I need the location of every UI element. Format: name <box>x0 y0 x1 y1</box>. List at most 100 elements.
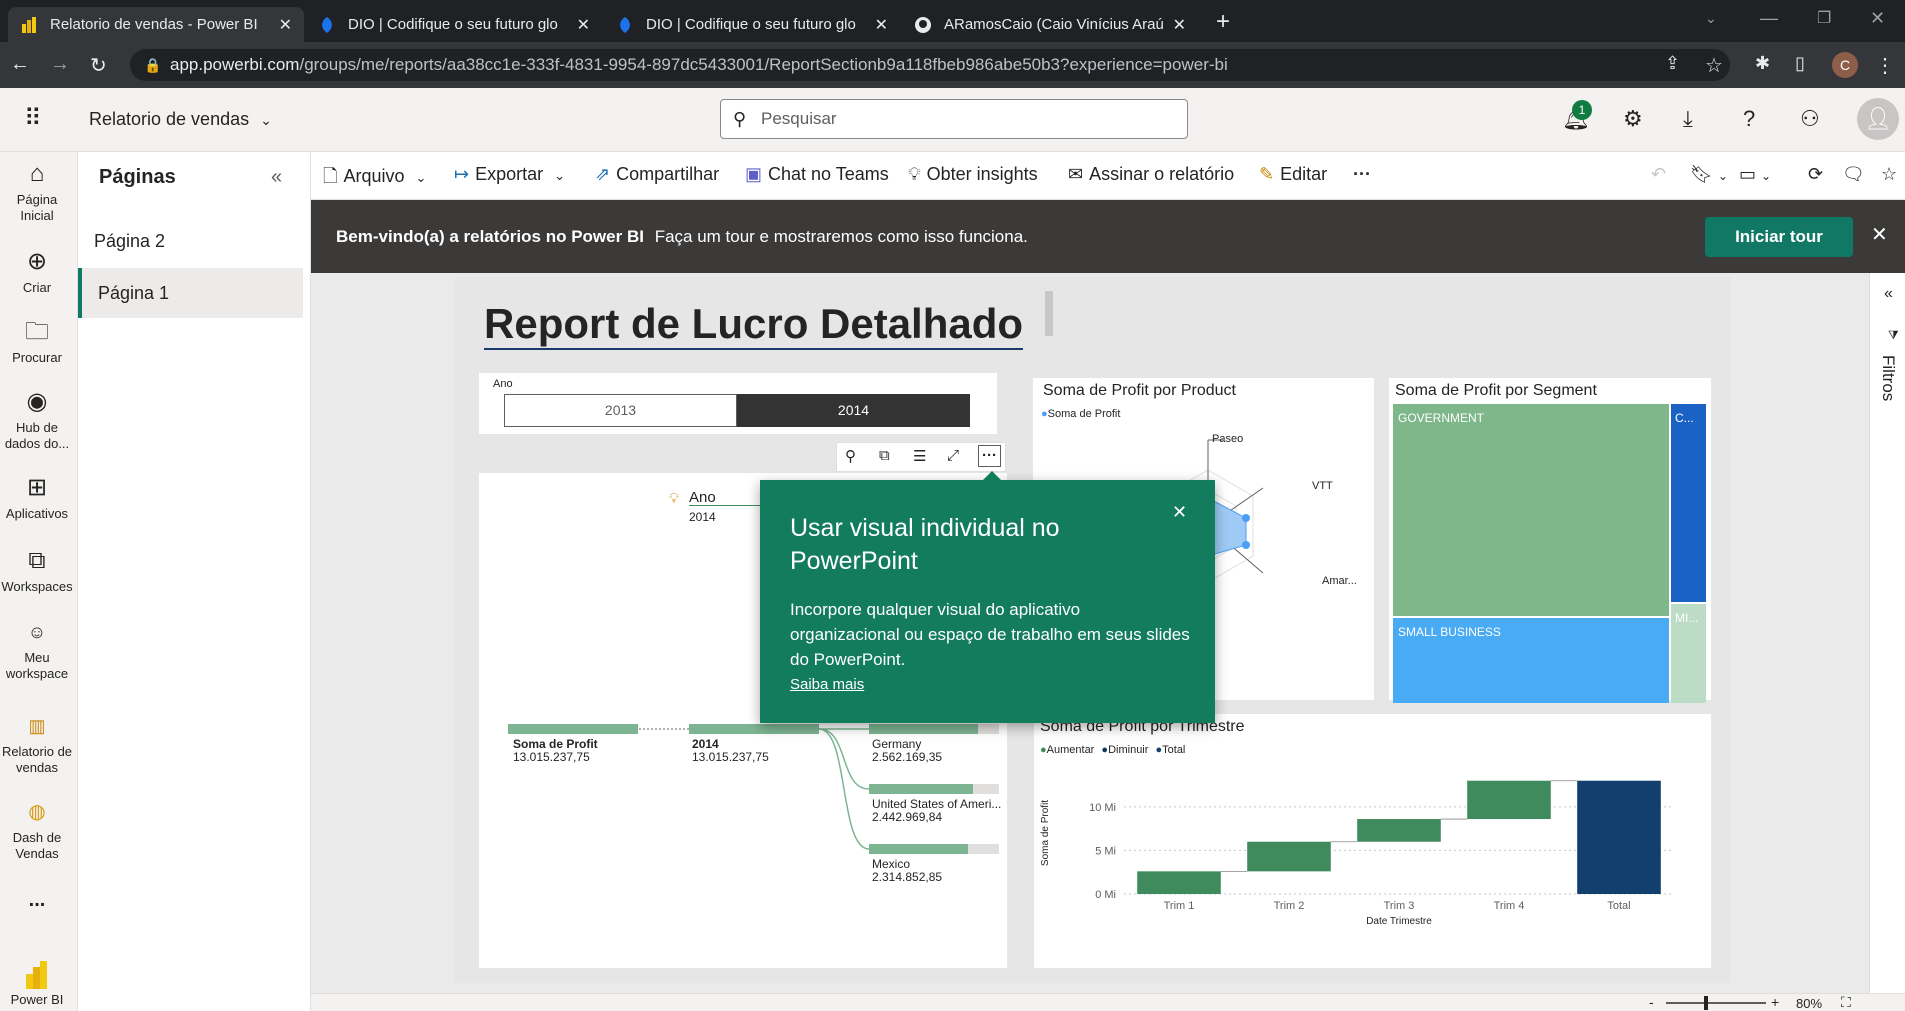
nav-my-workspace[interactable]: ☺ Meu workspace <box>0 618 74 682</box>
zoom-out-icon[interactable]: - <box>1649 994 1654 1010</box>
radar-label-paseo: Paseo <box>1212 433 1244 445</box>
browser-tab-dio-1[interactable]: DIO | Codifique o seu futuro glo ✕ <box>306 7 602 42</box>
expand-filters-icon[interactable]: « <box>1884 285 1893 303</box>
waterfall-chart[interactable]: Soma de Profit por Trimestre ●Aumentar ●… <box>1034 714 1711 968</box>
root-bar[interactable] <box>508 724 638 734</box>
more-icon: ... <box>28 889 46 911</box>
browser-menu-icon[interactable]: ⋮ <box>1875 53 1895 78</box>
nav-workspaces[interactable]: ⧉ Workspaces <box>0 547 74 595</box>
search-input[interactable]: ⚲ Pesquisar <box>720 99 1188 139</box>
saiba-mais-link[interactable]: Saiba mais <box>790 676 864 693</box>
nav-report-vendas[interactable]: ▥ Relatorio de vendas <box>0 712 74 776</box>
tab-close-icon[interactable]: ✕ <box>875 15 888 35</box>
profile-avatar[interactable]: C <box>1832 52 1858 78</box>
nav-apps[interactable]: ⊞ Aplicativos <box>0 474 74 522</box>
sidebar-icon[interactable]: ▯ <box>1795 53 1805 74</box>
nav-more[interactable]: ... <box>0 889 74 911</box>
compartilhar-button[interactable]: ⇗ Compartilhar <box>595 164 719 185</box>
nav-browse[interactable]: 🗀︎ Procurar <box>0 318 74 366</box>
share-icon: ⇗ <box>595 164 611 184</box>
nav-create[interactable]: ⊕ Criar <box>0 248 74 296</box>
app-launcher-icon[interactable]: ⠿ <box>24 104 44 133</box>
exportar-menu[interactable]: ↦ Exportar ⌄ <box>454 164 565 185</box>
collapse-pages-icon[interactable]: « <box>271 166 282 189</box>
nav-datahub[interactable]: ◉ Hub de dados do... <box>0 388 74 452</box>
zoom-handle[interactable] <box>1704 996 1708 1010</box>
treemap-cell-government[interactable]: GOVERNMENT <box>1393 404 1669 616</box>
nav-dash-vendas[interactable]: ◍ Dash de Vendas <box>0 798 74 862</box>
treemap-cell-small-business[interactable]: SMALL BUSINESS <box>1393 618 1669 703</box>
nav-powerbi[interactable]: Power BI <box>0 960 74 1008</box>
banner-close-icon[interactable]: ✕ <box>1871 222 1888 247</box>
welcome-banner: Bem-vindo(a) a relatórios no Power BI Fa… <box>311 200 1905 273</box>
report-name[interactable]: Relatorio de vendas ⌄ <box>89 109 272 130</box>
refresh-icon[interactable]: ⟳ <box>1808 164 1823 185</box>
browser-tab-powerbi[interactable]: Relatorio de vendas - Power BI ✕ <box>8 7 304 42</box>
insights-button[interactable]: 💡︎ Obter insights <box>908 164 1038 185</box>
treemap-chart[interactable]: Soma de Profit por Segment GOVERNMENT SM… <box>1389 378 1711 703</box>
tab-close-icon[interactable]: ✕ <box>1173 15 1186 35</box>
restore-icon[interactable]: ❐ <box>1817 8 1831 28</box>
settings-icon[interactable]: ⚙ <box>1623 106 1643 132</box>
slicer-option-2013[interactable]: 2013 <box>504 394 737 427</box>
child-bar-mexico[interactable] <box>869 844 968 854</box>
waterfall-bar[interactable] <box>1357 819 1441 842</box>
child-bar-germany[interactable] <box>869 724 979 734</box>
waterfall-bar[interactable] <box>1137 871 1221 894</box>
editar-button[interactable]: ✎ Editar <box>1259 164 1327 185</box>
tab-search-icon[interactable]: ⌄ <box>1705 10 1717 27</box>
comment-icon[interactable]: 🗨︎ <box>1842 164 1865 185</box>
bookmark-star-icon[interactable]: ☆ <box>1705 53 1723 78</box>
forward-icon[interactable]: → <box>50 53 70 76</box>
minimize-icon[interactable]: — <box>1760 8 1778 29</box>
feedback-icon[interactable]: ⚇ <box>1800 106 1820 132</box>
arquivo-menu[interactable]: 🗋 Arquivo ⌄ <box>323 164 426 194</box>
reload-icon[interactable]: ↻ <box>90 53 107 78</box>
download-icon[interactable]: ⤓ <box>1683 106 1693 132</box>
extensions-icon[interactable]: ✱ <box>1755 53 1770 74</box>
tab-title: DIO | Codifique o seu futuro glo <box>646 16 856 33</box>
lightbulb-icon: 💡︎ <box>908 164 921 184</box>
back-icon[interactable]: ← <box>10 53 30 76</box>
more-options-button[interactable]: ··· <box>1353 164 1371 185</box>
filter-icon[interactable]: ☰ <box>913 447 926 465</box>
page-item-2[interactable]: Página 2 <box>78 216 303 266</box>
level1-value: 13.015.237,75 <box>692 750 769 764</box>
waterfall-bar[interactable] <box>1577 780 1661 894</box>
favorite-star-icon[interactable]: ☆ <box>1881 164 1897 185</box>
zoom-slider[interactable] <box>1666 996 1766 1010</box>
share-page-icon[interactable]: ⇪ <box>1665 53 1680 74</box>
view-menu[interactable]: ▭ ⌄ <box>1711 164 1771 185</box>
filters-pane[interactable]: « ⧩ Filtros <box>1869 273 1905 993</box>
url-field[interactable]: 🔒 app.powerbi.com/groups/me/reports/aa38… <box>130 49 1730 81</box>
tab-close-icon[interactable]: ✕ <box>577 15 590 35</box>
popup-close-icon[interactable]: ✕ <box>1172 502 1187 523</box>
treemap-cell-mi[interactable]: MI... <box>1671 604 1706 703</box>
fit-page-icon[interactable]: ⛶ <box>1841 994 1851 1011</box>
tab-close-icon[interactable]: ✕ <box>279 15 292 35</box>
zoom-in-icon[interactable]: + <box>1771 994 1779 1010</box>
child-bar-usa[interactable] <box>869 784 973 794</box>
copy-icon[interactable]: ⧉ <box>879 447 890 464</box>
waterfall-bar[interactable] <box>1247 841 1331 872</box>
focus-mode-icon[interactable]: ⤢ <box>947 447 959 464</box>
assinar-button[interactable]: ✉ Assinar o relatório <box>1068 164 1234 185</box>
browser-tab-github[interactable]: ARamosCaio (Caio Vinícius Araú ✕ <box>902 7 1198 42</box>
help-icon[interactable]: ? <box>1743 106 1755 132</box>
browser-tab-dio-2[interactable]: DIO | Codifique o seu futuro glo ✕ <box>604 7 900 42</box>
pin-icon[interactable]: ⚲ <box>845 447 856 465</box>
level1-bar[interactable] <box>689 724 819 734</box>
account-avatar-icon[interactable]: 👤︎ <box>1857 98 1899 140</box>
slicer-option-2014[interactable]: 2014 <box>737 394 970 427</box>
window-close-icon[interactable]: ✕ <box>1870 8 1885 29</box>
more-options-icon[interactable]: ··· <box>978 445 1001 467</box>
waterfall-bar[interactable] <box>1467 780 1551 820</box>
github-favicon-icon <box>915 16 931 33</box>
nav-home[interactable]: ⌂ Página Inicial <box>0 160 74 224</box>
teams-chat-button[interactable]: ▣ Chat no Teams <box>745 164 889 185</box>
page-item-1[interactable]: Página 1 <box>78 268 303 318</box>
new-tab-icon[interactable]: + <box>1216 8 1230 36</box>
start-tour-button[interactable]: Iniciar tour <box>1705 217 1853 257</box>
treemap-cell-c[interactable]: C... <box>1671 404 1706 602</box>
assinar-label: Assinar o relatório <box>1089 164 1235 184</box>
